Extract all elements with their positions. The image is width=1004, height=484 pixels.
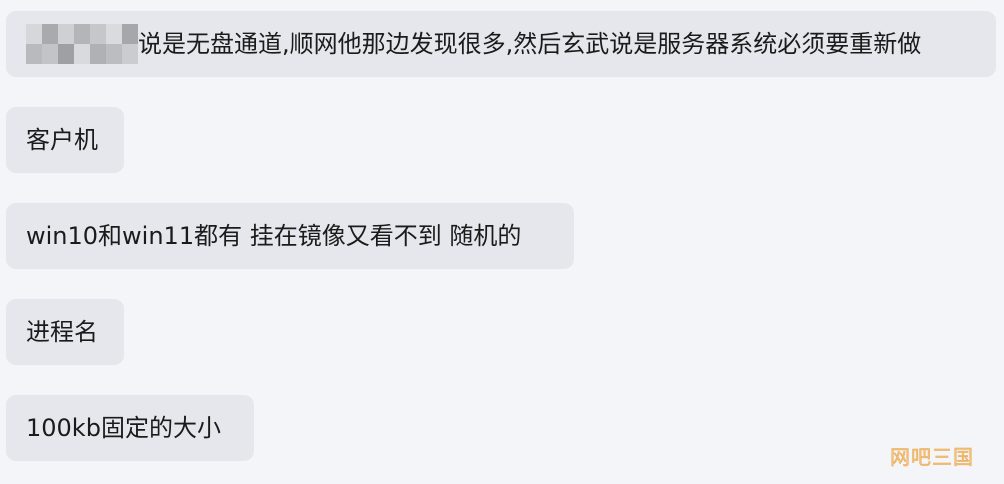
redacted-username	[26, 24, 138, 64]
message-bubble[interactable]: 100kb固定的大小	[6, 395, 254, 461]
message-bubble[interactable]: 说是无盘通道,顺网他那边发现很多,然后玄武说是服务器系统必须要重新做	[6, 11, 996, 77]
message-text: 说是无盘通道,顺网他那边发现很多,然后玄武说是服务器系统必须要重新做	[138, 30, 922, 58]
message-bubble[interactable]: win10和win11都有 挂在镜像又看不到 随机的	[6, 203, 574, 269]
message-text: win10和win11都有 挂在镜像又看不到 随机的	[26, 222, 522, 250]
message-bubble[interactable]: 进程名	[6, 299, 124, 365]
watermark-logo: 网吧三国	[890, 445, 974, 470]
message-text: 100kb固定的大小	[26, 414, 221, 442]
message-bubble[interactable]: 客户机	[6, 107, 124, 173]
message-text: 进程名	[26, 318, 98, 346]
message-text: 客户机	[26, 126, 98, 154]
